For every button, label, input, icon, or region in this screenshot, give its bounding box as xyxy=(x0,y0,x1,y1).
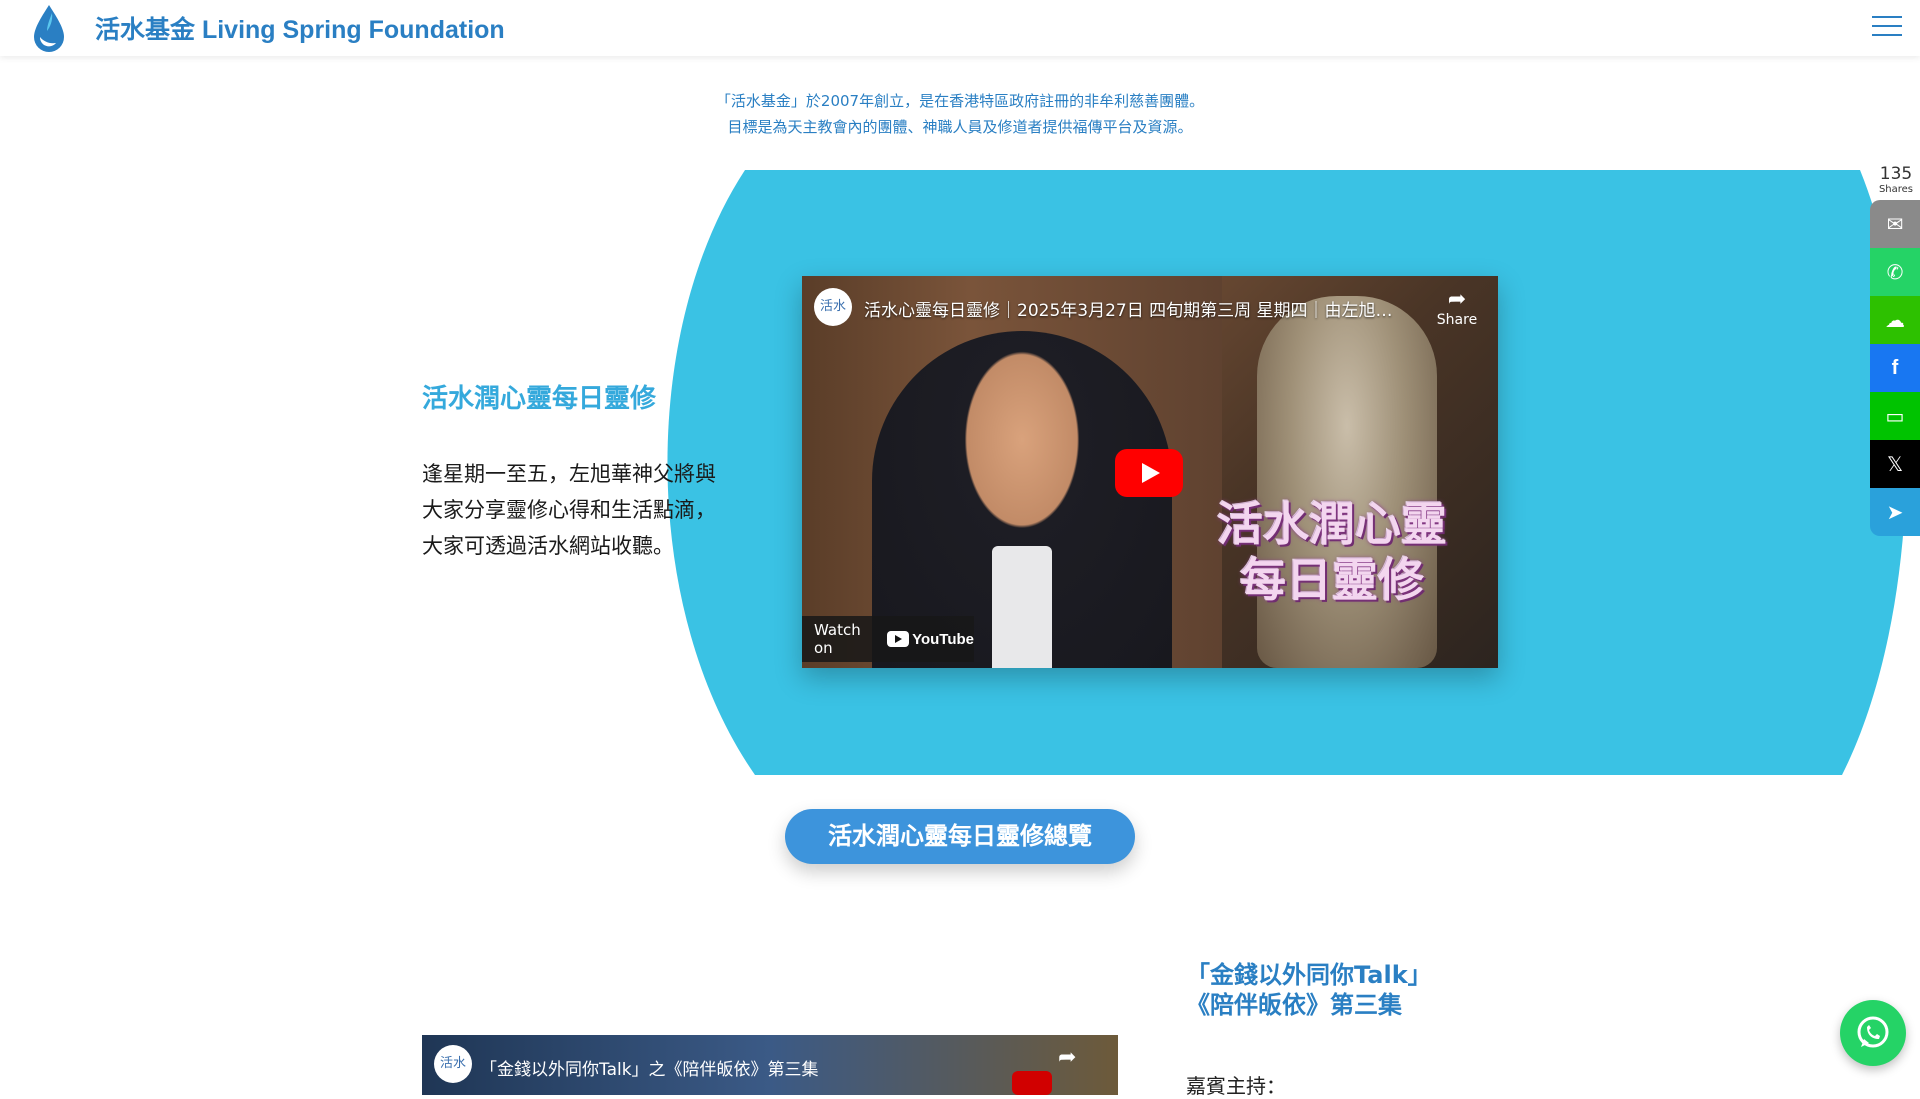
wechat-icon: ☁ xyxy=(1885,308,1905,332)
description-line: 大家分享靈修心得和生活點滴， xyxy=(422,498,716,522)
watch-on-youtube-button[interactable]: Watch on YouTube xyxy=(802,616,974,662)
telegram-icon: ➤ xyxy=(1886,500,1904,524)
video-thumbnail-overlay-text: 活水潤心靈 每日靈修 xyxy=(1192,496,1472,608)
water-drop-icon[interactable] xyxy=(30,3,68,55)
overlay-line: 每日靈修 xyxy=(1240,553,1424,607)
hamburger-menu-icon[interactable] xyxy=(1872,16,1902,40)
wechat-share-button[interactable]: ☁ xyxy=(1870,296,1920,344)
overlay-line: 活水潤心靈 xyxy=(1217,497,1447,551)
share-label: Share xyxy=(1436,312,1478,328)
share-sidebar: ✉ ✆ ☁ f ▭ 𝕏 ➤ xyxy=(1870,200,1920,536)
section-description: 逢星期一至五，左旭華神父將與 大家分享靈修心得和生活點滴， 大家可透過活水網站收… xyxy=(422,456,752,564)
line-share-button[interactable]: ▭ xyxy=(1870,392,1920,440)
channel-avatar[interactable]: 活水 xyxy=(434,1045,472,1083)
x-icon: 𝕏 xyxy=(1886,453,1904,476)
email-icon: ✉ xyxy=(1886,212,1904,236)
youtube-video-embed-2[interactable]: 活水 「金錢以外同你Talk」之《陪伴皈依》第三集 ➦ xyxy=(422,1035,1118,1095)
youtube-logo: YouTube xyxy=(887,631,974,648)
title-line: 「金錢以外同你Talk」 xyxy=(1186,961,1432,989)
line-icon: ▭ xyxy=(1885,404,1905,428)
description-line: 逢星期一至五，左旭華神父將與 xyxy=(422,462,716,486)
email-share-button[interactable]: ✉ xyxy=(1870,200,1920,248)
daily-devotion-overview-button[interactable]: 活水潤心靈每日靈修總覽 xyxy=(785,809,1135,864)
site-header: 活水基金 Living Spring Foundation xyxy=(0,0,1920,56)
play-button[interactable] xyxy=(1115,449,1183,497)
watch-on-label: Watch on xyxy=(814,621,861,657)
site-title[interactable]: 活水基金 Living Spring Foundation xyxy=(95,10,505,46)
intro-text: 「活水基金」於2007年創立，是在香港特區政府註冊的非牟利慈善團體。 目標是為天… xyxy=(0,88,1920,140)
youtube-video-embed[interactable]: 活水潤心靈 每日靈修 活水 活水心靈每日靈修｜2025年3月27日 四旬期第三周… xyxy=(802,276,1498,668)
video-title[interactable]: 「金錢以外同你Talk」之《陪伴皈依》第三集 xyxy=(480,1055,819,1080)
share-count-number: 135 xyxy=(1879,164,1913,184)
video-share-button[interactable]: ➦ Share xyxy=(1432,287,1482,329)
share-count-label: Shares xyxy=(1878,184,1914,195)
facebook-share-button[interactable]: f xyxy=(1870,344,1920,392)
channel-avatar[interactable]: 活水 xyxy=(814,288,852,326)
share-arrow-icon[interactable]: ➦ xyxy=(1058,1045,1076,1070)
video-title[interactable]: 活水心靈每日靈修｜2025年3月27日 四旬期第三周 星期四｜由左旭華神父分享 xyxy=(864,296,1404,321)
share-count: 135 Shares xyxy=(1874,164,1918,195)
whatsapp-chat-button[interactable] xyxy=(1840,1000,1906,1066)
video-thumbnail-collar xyxy=(992,546,1052,668)
whatsapp-share-button[interactable]: ✆ xyxy=(1870,248,1920,296)
host-label: 嘉賓主持： xyxy=(1186,1074,1286,1098)
intro-line: 目標是為天主教會內的團體、神職人員及修道者提供福傳平台及資源。 xyxy=(727,118,1193,136)
youtube-wordmark: YouTube xyxy=(912,630,974,648)
whatsapp-icon: ✆ xyxy=(1886,260,1904,284)
youtube-play-icon xyxy=(887,631,910,647)
section-title-daily-devotion: 活水潤心靈每日靈修 xyxy=(422,384,657,414)
facebook-icon: f xyxy=(1891,356,1899,379)
x-share-button[interactable]: 𝕏 xyxy=(1870,440,1920,488)
description-line: 大家可透過活水網站收聽。 xyxy=(422,534,674,558)
play-button[interactable] xyxy=(1012,1071,1052,1095)
section-title-talk: 「金錢以外同你Talk」 《陪伴皈依》第三集 xyxy=(1186,960,1432,1020)
title-line: 《陪伴皈依》第三集 xyxy=(1186,991,1402,1019)
whatsapp-icon xyxy=(1857,1016,1889,1048)
intro-line: 「活水基金」於2007年創立，是在香港特區政府註冊的非牟利慈善團體。 xyxy=(715,92,1205,110)
telegram-share-button[interactable]: ➤ xyxy=(1870,488,1920,536)
video-thumbnail-statue xyxy=(1257,296,1437,668)
share-arrow-icon: ➦ xyxy=(1447,287,1467,312)
